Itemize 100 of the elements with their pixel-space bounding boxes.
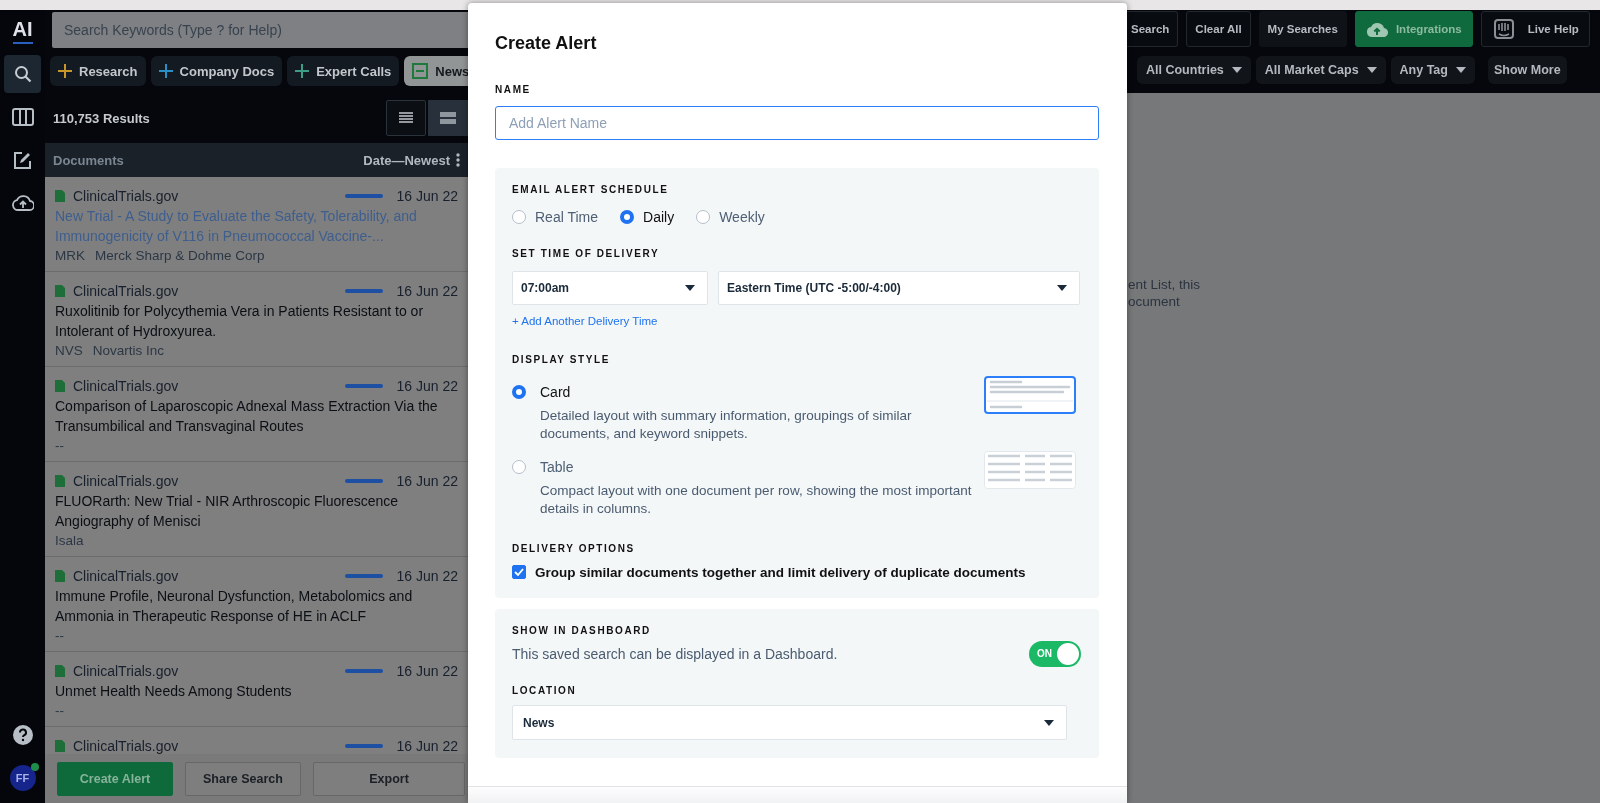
app-logo[interactable]: AI — [12, 16, 33, 44]
view-toggle[interactable] — [428, 100, 468, 136]
search-button[interactable]: Search — [1127, 11, 1179, 47]
schedule-option[interactable]: Weekly — [696, 209, 765, 225]
company-name: -- — [55, 437, 64, 455]
document-icon — [55, 380, 65, 392]
section-label: LOCATION — [512, 684, 577, 698]
live-help-button[interactable]: Live Help — [1480, 11, 1590, 47]
caret-icon — [685, 285, 695, 291]
section-label: SHOW IN DASHBOARD — [512, 624, 651, 638]
relevance-bar — [344, 289, 383, 293]
results-count: 110,753 Results — [53, 110, 151, 126]
help-icon[interactable] — [12, 725, 33, 745]
search-icon — [13, 65, 32, 83]
company-name: Novartis Inc — [92, 342, 165, 360]
document-source: ClinicalTrials.gov — [73, 187, 180, 206]
empty-state-text: ocument — [1127, 293, 1180, 310]
clear-all-button[interactable]: Clear All — [1186, 11, 1251, 47]
document-date: 16 Jun 22 — [396, 737, 458, 754]
document-icon — [55, 190, 65, 202]
relevance-bar — [344, 384, 383, 388]
radio-label: Daily — [643, 209, 675, 225]
radio-button[interactable] — [512, 210, 526, 224]
filter-dropdown[interactable]: Any Tag — [1390, 56, 1475, 84]
section-label: EMAIL ALERT SCHEDULE — [512, 183, 669, 197]
option-description: Compact layout with one document per row, showing the most important details in columns. — [540, 482, 973, 518]
option-label: Card — [540, 383, 571, 402]
radio-button[interactable] — [512, 385, 526, 399]
document-title[interactable]: FLUORarth: New Trial - NIR Arthroscopic Fluorescence Angiography of Menisci — [55, 491, 458, 531]
company-name: Isala — [55, 532, 84, 550]
document-row[interactable]: ClinicalTrials.gov 16 Jun 22 Unmet Health Needs Among Students -- — [45, 652, 468, 727]
company-name: Merck Sharp & Dohme Corp — [95, 247, 265, 265]
nav-item[interactable] — [4, 55, 41, 93]
caret-icon — [1231, 67, 1242, 73]
section-label: DELIVERY OPTIONS — [512, 542, 635, 556]
list-view-icon — [399, 112, 413, 124]
document-title[interactable]: Unmet Health Needs Among Students — [55, 681, 458, 701]
caret-icon — [1455, 67, 1466, 73]
radio-label: Weekly — [719, 209, 765, 225]
radio-button[interactable] — [512, 460, 526, 474]
relevance-bar — [344, 669, 383, 673]
filter-dropdown[interactable]: All Countries — [1137, 56, 1251, 84]
schedule-option[interactable]: Daily — [620, 209, 675, 225]
source-filter-chip[interactable]: Research — [50, 56, 146, 86]
time-dropdown[interactable]: 07:00am — [512, 271, 708, 305]
document-source: ClinicalTrials.gov — [73, 662, 180, 681]
relevance-bar — [344, 574, 383, 578]
show-more-button[interactable]: Show More — [1487, 56, 1567, 84]
document-date: 16 Jun 22 — [396, 187, 458, 206]
document-date: 16 Jun 22 — [396, 282, 458, 301]
avatar[interactable]: FF — [9, 765, 36, 791]
source-filter-chip[interactable]: News — [404, 56, 468, 86]
radio-button[interactable] — [620, 210, 635, 224]
caret-icon — [1366, 67, 1377, 73]
radio-button[interactable] — [696, 210, 711, 224]
my-searches-button[interactable]: My Searches — [1258, 11, 1347, 47]
source-filter-chip[interactable]: Expert Calls — [287, 56, 400, 86]
option-label: Table — [540, 458, 574, 477]
cloud-upload-icon — [1365, 21, 1388, 37]
field-label: NAME — [495, 83, 531, 97]
ticker: NVS — [55, 342, 83, 360]
document-icon — [55, 570, 65, 582]
filter-dropdown[interactable]: All Market Caps — [1255, 56, 1386, 84]
relevance-bar — [344, 194, 383, 198]
cloud-upload-icon — [11, 195, 34, 211]
location-dropdown[interactable]: News — [512, 705, 1067, 740]
empty-state-text: ent List, this — [1127, 276, 1201, 293]
view-toggle[interactable] — [386, 100, 426, 136]
add-delivery-time-link[interactable]: + Add Another Delivery Time — [512, 313, 658, 329]
document-source: ClinicalTrials.gov — [73, 567, 180, 586]
columns-icon — [11, 108, 34, 126]
document-date: 16 Jun 22 — [396, 377, 458, 396]
card-layout-icon — [984, 376, 1076, 414]
search-field[interactable]: Search Keywords (Type ? for Help) — [52, 12, 468, 48]
column-title: Documents — [53, 152, 125, 168]
caret-icon — [1044, 719, 1054, 726]
share-search-button[interactable]: Share Search — [185, 762, 301, 796]
document-date: 16 Jun 22 — [396, 472, 458, 491]
sort-control[interactable]: Date—Newest — [363, 152, 450, 168]
dialog-title: Create Alert — [495, 32, 598, 55]
document-source: ClinicalTrials.gov — [73, 737, 180, 754]
schedule-option[interactable]: Real Time — [512, 209, 599, 225]
document-title[interactable]: Ruxolitinib for Polycythemia Vera in Patients Resistant to or Intolerant of Hydroxyurea. — [55, 301, 458, 341]
timezone-dropdown[interactable]: Eastern Time (UTC -5:00/-4:00) — [718, 271, 1080, 305]
document-icon — [55, 285, 65, 297]
section-label: SET TIME OF DELIVERY — [512, 247, 660, 261]
section-description: This saved search can be displayed in a Dashboard. — [512, 646, 838, 662]
document-source: ClinicalTrials.gov — [73, 282, 180, 301]
document-icon — [55, 665, 65, 677]
alert-name-field[interactable]: Add Alert Name — [495, 106, 1099, 140]
document-title[interactable]: Immune Profile, Neuronal Dysfunction, Metabolomics and Ammonia in Therapeutic Response of HE in ACLF — [55, 586, 458, 626]
company-name: -- — [55, 702, 64, 720]
export-button[interactable]: Export — [313, 762, 465, 796]
source-filter-chip[interactable]: Company Docs — [150, 56, 283, 86]
document-title[interactable]: Comparison of Laparoscopic Adnexal Mass Extraction Via the Transumbilical and Transvaginal Routes — [55, 396, 458, 436]
document-icon — [55, 475, 65, 487]
kebab-menu-icon[interactable] — [456, 153, 460, 167]
document-source: ClinicalTrials.gov — [73, 377, 180, 396]
checkbox[interactable] — [512, 565, 526, 579]
section-label: DISPLAY STYLE — [512, 353, 611, 367]
